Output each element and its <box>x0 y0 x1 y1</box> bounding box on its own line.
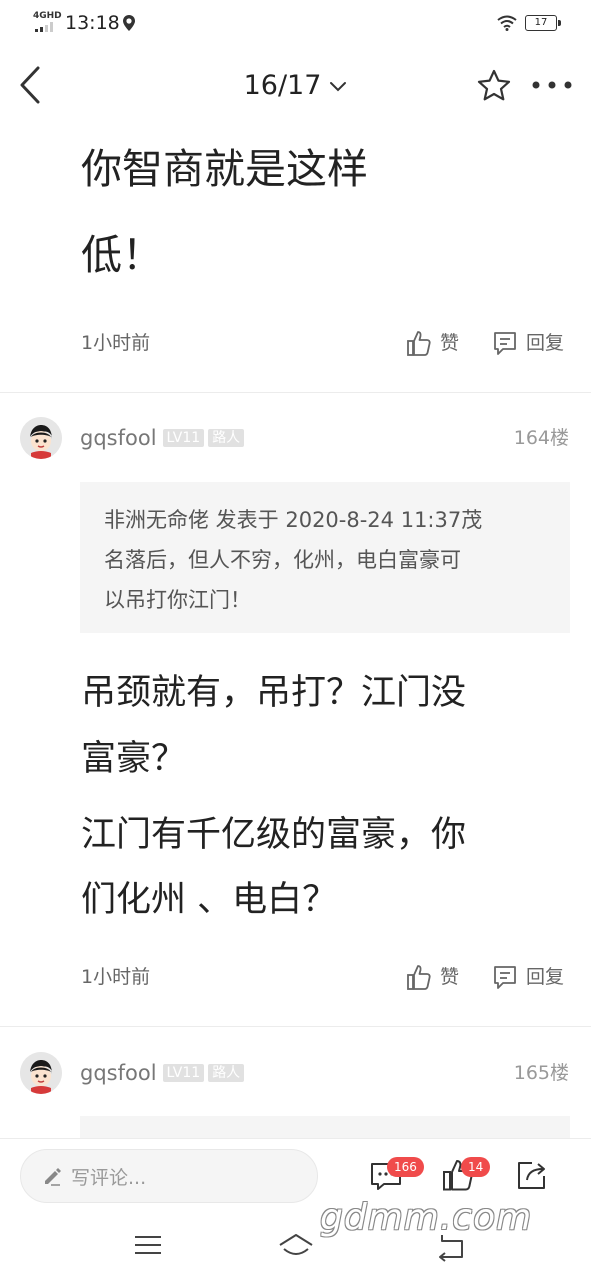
avatar[interactable] <box>20 417 62 459</box>
like-button[interactable]: 赞 <box>406 329 459 357</box>
comment-input[interactable]: 写评论... <box>20 1149 318 1203</box>
floor-number: 164楼 <box>513 427 569 449</box>
comment-placeholder: 写评论... <box>71 1166 147 1189</box>
clock: 13:18 <box>65 12 120 34</box>
network-type: 4GHD <box>33 11 62 21</box>
chevron-down-icon <box>330 82 347 92</box>
level-badge: LV11 <box>162 429 205 447</box>
quote-line: 非洲无命佬 发表于 2020-8-24 11:37茂 <box>104 508 483 532</box>
location-icon <box>123 15 135 31</box>
reply-text-line: 们化州 、电白？ <box>81 880 338 920</box>
like-count-badge: 14 <box>461 1157 491 1177</box>
quote-line: 名落后，但人不穷，化州，电白富豪可 <box>104 548 461 572</box>
post-text-line: 你智商就是这样 <box>81 145 368 193</box>
home-icon[interactable] <box>276 1225 316 1265</box>
reply-bubble-icon <box>494 332 516 355</box>
reply-label: 回复 <box>526 332 565 354</box>
avatar-cartoon-icon <box>20 1052 62 1094</box>
username-row[interactable]: gqsfool LV11 路人 <box>80 1059 245 1087</box>
quote-line: 以吊打你江门！ <box>104 588 251 612</box>
more-options-icon[interactable] <box>530 72 574 98</box>
reply-text-line: 富豪？ <box>81 739 187 779</box>
like-label: 赞 <box>440 332 460 354</box>
share-icon[interactable] <box>514 1157 550 1193</box>
menu-icon[interactable] <box>128 1225 168 1265</box>
reply-button[interactable]: 回复 <box>492 329 564 357</box>
thumbs-up-icon <box>407 331 431 356</box>
status-bar: 4GHD 13:18 17 <box>0 0 591 46</box>
role-badge: 路人 <box>208 1064 245 1082</box>
divider <box>0 392 591 393</box>
role-badge: 路人 <box>208 429 245 447</box>
battery-icon: 17 <box>525 15 561 31</box>
floor-number: 165楼 <box>513 1062 569 1084</box>
thumbs-up-icon <box>407 965 431 990</box>
quoted-post: 非洲无命佬 发表于 2020-8-24 11:37茂 名落后，但人不穷，化州，电… <box>80 482 570 633</box>
signal-icon <box>35 22 53 32</box>
quoted-post <box>80 1116 570 1138</box>
username: gqsfool <box>80 426 157 450</box>
favorite-star-icon[interactable] <box>476 68 512 104</box>
reply-button[interactable]: 回复 <box>492 963 564 991</box>
avatar[interactable] <box>20 1052 62 1094</box>
reply-text-line: 吊颈就有，吊打？江门没 <box>81 673 467 713</box>
watermark: gdmm.com <box>320 1197 533 1238</box>
avatar-cartoon-icon <box>20 417 62 459</box>
post-time: 1小时前 <box>81 332 151 354</box>
reply-time: 1小时前 <box>81 966 151 988</box>
post-text-line: 低！ <box>81 231 163 279</box>
top-nav-bar: 16/17 <box>0 48 591 126</box>
reply-label: 回复 <box>526 966 565 988</box>
comment-count-badge: 166 <box>387 1157 424 1177</box>
page-indicator: 16/17 <box>243 70 322 101</box>
like-button[interactable]: 赞 <box>406 963 459 991</box>
divider <box>0 1026 591 1027</box>
pencil-icon <box>45 1168 61 1186</box>
username: gqsfool <box>80 1061 157 1085</box>
like-label: 赞 <box>440 966 460 988</box>
username-row[interactable]: gqsfool LV11 路人 <box>80 424 245 452</box>
reply-text-line: 江门有千亿级的富豪，你 <box>81 815 467 855</box>
level-badge: LV11 <box>162 1064 205 1082</box>
reply-bubble-icon <box>494 966 516 989</box>
wifi-icon <box>497 15 517 31</box>
